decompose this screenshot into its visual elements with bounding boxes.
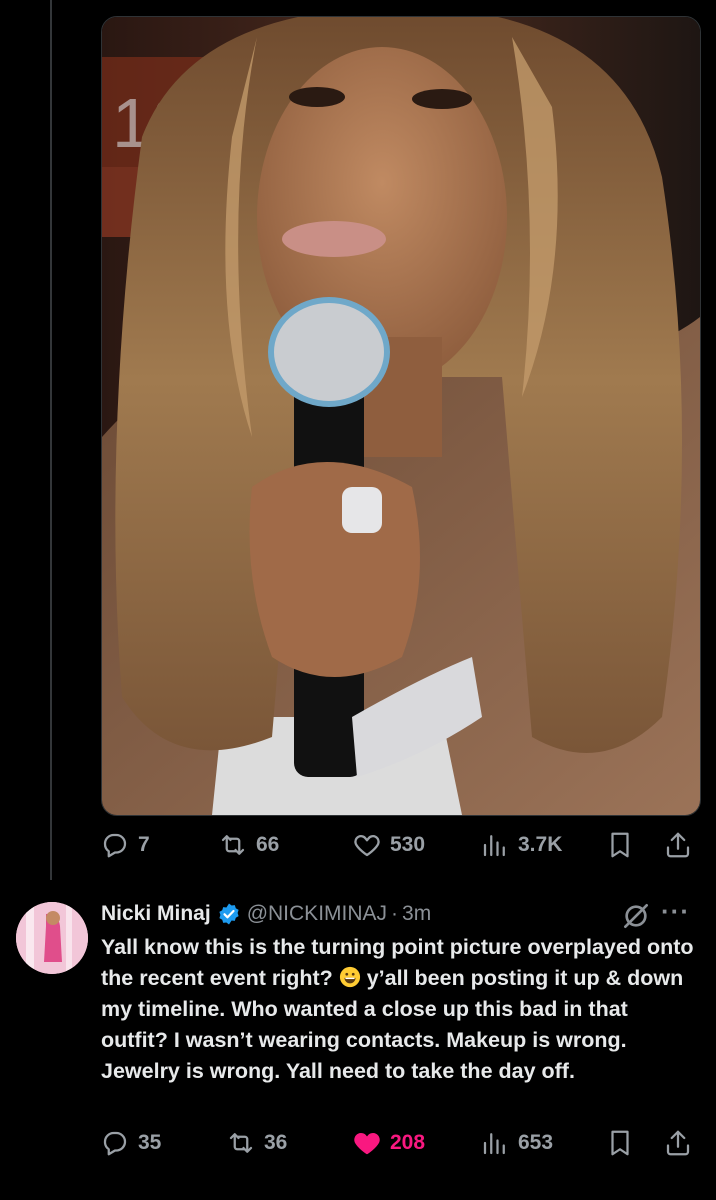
reply-button[interactable]: 35 (100, 1123, 161, 1163)
avatar[interactable] (16, 902, 88, 974)
repost-button[interactable]: 66 (218, 825, 279, 865)
post1-action-bar: 7 66 530 3.7K (100, 825, 700, 865)
share-button[interactable] (663, 1123, 693, 1163)
views-count: 653 (518, 1131, 554, 1154)
share-icon (666, 832, 690, 858)
post-time[interactable]: 3m (402, 902, 431, 926)
grinning-emoji-icon (339, 966, 360, 988)
repost-button[interactable]: 36 (226, 1123, 287, 1163)
views-button[interactable]: 653 (480, 1123, 553, 1163)
reply-count: 35 (138, 1131, 162, 1154)
post2: Nicki Minaj @NICKIMINAJ · 3m ··· Yall kn… (101, 896, 696, 1087)
post2-action-bar: 35 36 208 653 (100, 1123, 700, 1163)
reply-button[interactable]: 7 (100, 825, 150, 865)
like-count: 208 (390, 1131, 426, 1154)
separator-dot: · (391, 902, 399, 925)
avatar-image (16, 902, 88, 974)
like-button[interactable]: 208 (352, 1123, 425, 1163)
author-name[interactable]: Nicki Minaj (101, 902, 211, 926)
bookmark-icon (611, 832, 629, 858)
bookmark-button[interactable] (605, 1123, 635, 1163)
repost-count: 66 (256, 833, 280, 856)
verified-badge-icon (219, 903, 239, 925)
heart-icon (354, 835, 380, 857)
more-options-icon[interactable]: ··· (661, 896, 690, 927)
share-button[interactable] (663, 825, 693, 865)
post-photo[interactable]: 1S (101, 16, 701, 816)
views-chart-icon (483, 1133, 505, 1155)
post-text: Yall know this is the turning point pict… (101, 932, 696, 1087)
share-icon (666, 1130, 690, 1156)
reply-icon (103, 833, 127, 858)
repost-icon (229, 1133, 253, 1153)
reply-icon (103, 1131, 127, 1156)
bookmark-button[interactable] (605, 825, 635, 865)
views-chart-icon (483, 835, 505, 857)
author-handle[interactable]: @NICKIMINAJ (247, 902, 387, 926)
views-count: 3.7K (518, 833, 563, 856)
views-button[interactable]: 3.7K (480, 825, 562, 865)
like-button[interactable]: 530 (352, 825, 425, 865)
grok-icon[interactable] (620, 900, 652, 932)
reply-count: 7 (138, 833, 150, 856)
post2-header: Nicki Minaj @NICKIMINAJ · 3m (101, 898, 696, 930)
like-count: 530 (390, 833, 426, 856)
repost-count: 36 (264, 1131, 288, 1154)
repost-icon (221, 835, 245, 855)
bookmark-icon (611, 1130, 629, 1156)
thread-connector-line (50, 0, 52, 880)
heart-filled-icon (354, 1133, 380, 1155)
photo-illustration: 1S (102, 17, 700, 815)
